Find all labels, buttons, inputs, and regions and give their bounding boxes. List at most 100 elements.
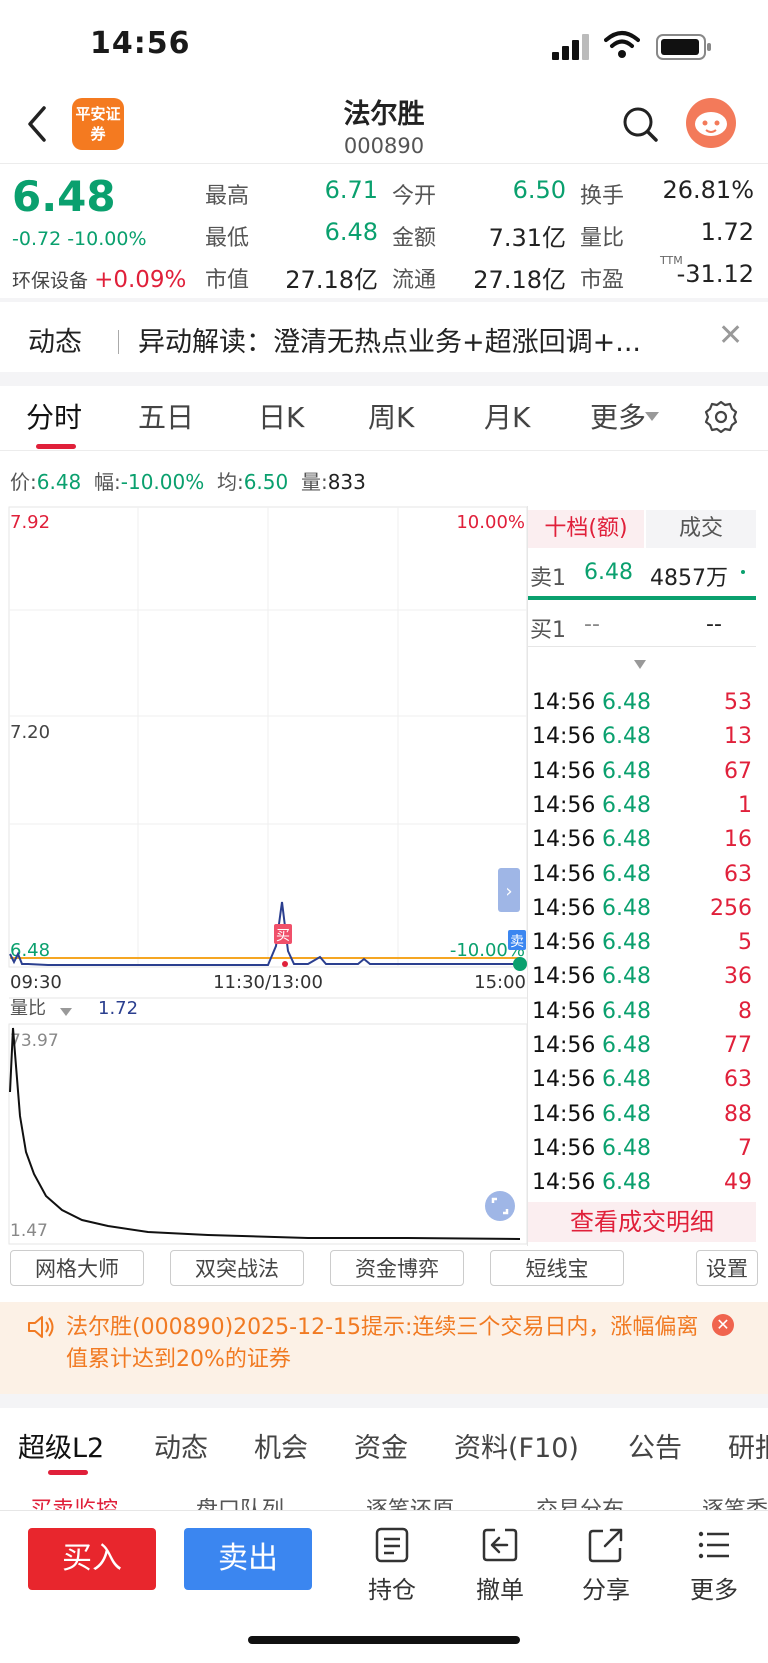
info-price: 6.48 <box>36 470 82 494</box>
warning-close-icon[interactable]: ✕ <box>712 1314 734 1336</box>
trade-price: 6.48 <box>602 930 651 955</box>
vol-ratio-value: 1.72 <box>98 998 138 1019</box>
strategy-button-4[interactable]: 设置 <box>696 1250 758 1286</box>
trade-volume: 67 <box>724 759 752 784</box>
trade-price: 6.48 <box>602 1170 651 1195</box>
cancel-order-action[interactable]: 撤单 <box>462 1526 538 1605</box>
pe-ttm-superscript: TTM <box>660 254 683 267</box>
bottom-tab-5[interactable]: 公告 <box>628 1426 682 1465</box>
sub-tab-1[interactable]: 盘口队列 <box>196 1492 284 1510</box>
info-avg: 6.50 <box>243 470 289 494</box>
price-change: -0.72 -10.00% <box>12 228 147 250</box>
info-vol-label: 量: <box>300 470 328 494</box>
home-indicator[interactable] <box>248 1636 520 1644</box>
search-icon[interactable] <box>620 104 660 144</box>
trade-volume: 63 <box>724 862 752 887</box>
sub-tab-3[interactable]: 交易分布 <box>536 1492 624 1510</box>
tab-period-0[interactable]: 分时 <box>26 396 82 436</box>
gear-icon[interactable] <box>704 400 738 434</box>
trade-row: 14:56 6.48 5 <box>532 930 752 964</box>
bottom-tab-2[interactable]: 机会 <box>254 1426 308 1465</box>
quote-label: 流通 <box>392 268 437 293</box>
tab-period-3[interactable]: 周K <box>368 396 414 436</box>
quote-label: 量比 <box>580 226 625 251</box>
share-label: 分享 <box>582 1576 630 1604</box>
tab-period-2[interactable]: 日K <box>258 396 304 436</box>
trade-price: 6.48 <box>602 999 651 1024</box>
strategy-button-1[interactable]: 双突战法 <box>170 1250 304 1286</box>
quote-label: 最低 <box>205 226 250 251</box>
vol-ratio-label: 量比 <box>10 998 46 1019</box>
tab-period-5[interactable]: 更多 <box>590 396 646 436</box>
trade-price: 6.48 <box>602 1102 651 1127</box>
buy-marker-label: 买 <box>276 928 290 944</box>
sub-tab-2[interactable]: 逐笔还原 <box>366 1492 454 1510</box>
sector-tag[interactable]: 环保设备 +0.09% <box>12 266 186 293</box>
trade-volume: 53 <box>724 690 752 715</box>
bottom-tab-underline <box>48 1470 88 1475</box>
tab-trades[interactable]: 成交 <box>646 510 756 548</box>
info-amp-label: 幅: <box>94 470 121 494</box>
undo-order-icon <box>482 1528 518 1562</box>
bottom-tab-1[interactable]: 动态 <box>154 1426 208 1465</box>
quote-label: 市值 <box>205 268 250 293</box>
strategy-button-2[interactable]: 资金博弈 <box>330 1250 464 1286</box>
bottom-tab-3[interactable]: 资金 <box>354 1426 408 1465</box>
trade-time: 14:56 <box>532 862 596 887</box>
hold-action[interactable]: 持仓 <box>354 1526 430 1605</box>
sub-tab-0[interactable]: 买卖监控 <box>30 1492 118 1510</box>
assistant-avatar-icon[interactable] <box>686 98 736 148</box>
quote-value: 27.18亿 <box>473 266 566 294</box>
time-label-open: 09:30 <box>10 972 62 993</box>
sell-button[interactable]: 卖出 <box>184 1528 312 1590</box>
quote-label: 换手 <box>580 184 625 209</box>
vol-ratio-line <box>9 1027 521 1240</box>
tab-ten-level[interactable]: 十档(额) <box>528 510 644 548</box>
news-close-icon[interactable]: ✕ <box>718 318 743 353</box>
pct-axis-max: 10.00% <box>456 512 525 533</box>
collapse-triangle-icon[interactable] <box>634 660 646 670</box>
buy1-amount: -- <box>706 612 722 637</box>
trade-row: 14:56 6.48 77 <box>532 1033 752 1067</box>
quote-label: 市盈 <box>580 268 625 293</box>
trade-row: 14:56 6.48 13 <box>532 724 752 758</box>
trade-time: 14:56 <box>532 1136 596 1161</box>
price-axis-max: 7.92 <box>10 512 50 533</box>
trade-time: 14:56 <box>532 1033 596 1058</box>
trade-time: 14:56 <box>532 759 596 784</box>
trade-price: 6.48 <box>602 1136 651 1161</box>
bottom-tab-6[interactable]: 研报 <box>728 1426 768 1465</box>
side-expand-chevron: › <box>505 881 512 902</box>
trade-time: 14:56 <box>532 964 596 989</box>
info-vol: 833 <box>327 470 366 494</box>
news-headline[interactable]: 异动解读：澄清无热点业务+超涨回调+... <box>138 320 718 359</box>
strategy-button-0[interactable]: 网格大师 <box>10 1250 144 1286</box>
tab-period-1[interactable]: 五日 <box>138 396 194 436</box>
info-price-label: 价: <box>10 470 37 494</box>
buy-button[interactable]: 买入 <box>28 1528 156 1590</box>
strategy-button-3[interactable]: 短线宝 <box>490 1250 624 1286</box>
wifi-icon <box>604 31 640 58</box>
intraday-chart[interactable]: 7.92 7.20 6.48 10.00% -10.00% 买 卖 › 09:3… <box>8 506 528 1246</box>
quote-label: 最高 <box>205 184 250 209</box>
more-action[interactable]: 更多 <box>676 1526 752 1605</box>
section-gap <box>0 372 768 386</box>
period-tab-underline <box>36 444 76 449</box>
trade-price: 6.48 <box>602 724 651 749</box>
vol-ratio-dropdown-icon <box>60 1008 72 1016</box>
quote-value: 6.50 <box>512 176 566 204</box>
bottom-tab-0[interactable]: 超级L2 <box>18 1426 104 1465</box>
section-gap <box>0 1394 768 1408</box>
tab-period-4[interactable]: 月K <box>484 396 530 436</box>
trade-price: 6.48 <box>602 896 651 921</box>
dropdown-triangle-icon[interactable] <box>645 412 659 422</box>
trade-volume: 8 <box>738 999 752 1024</box>
view-trade-detail-button[interactable]: 查看成交明细 <box>528 1202 756 1242</box>
share-action[interactable]: 分享 <box>568 1526 644 1605</box>
section-gap <box>0 298 768 302</box>
trade-price: 6.48 <box>602 690 651 715</box>
sub-tab-4[interactable]: 逐笔委托 <box>702 1492 768 1510</box>
fullscreen-icon <box>485 1191 515 1221</box>
bottom-tab-4[interactable]: 资料(F10) <box>454 1426 579 1465</box>
chart-info-line: 价:6.48 幅:-10.00% 均:6.50 量:833 <box>10 466 366 495</box>
